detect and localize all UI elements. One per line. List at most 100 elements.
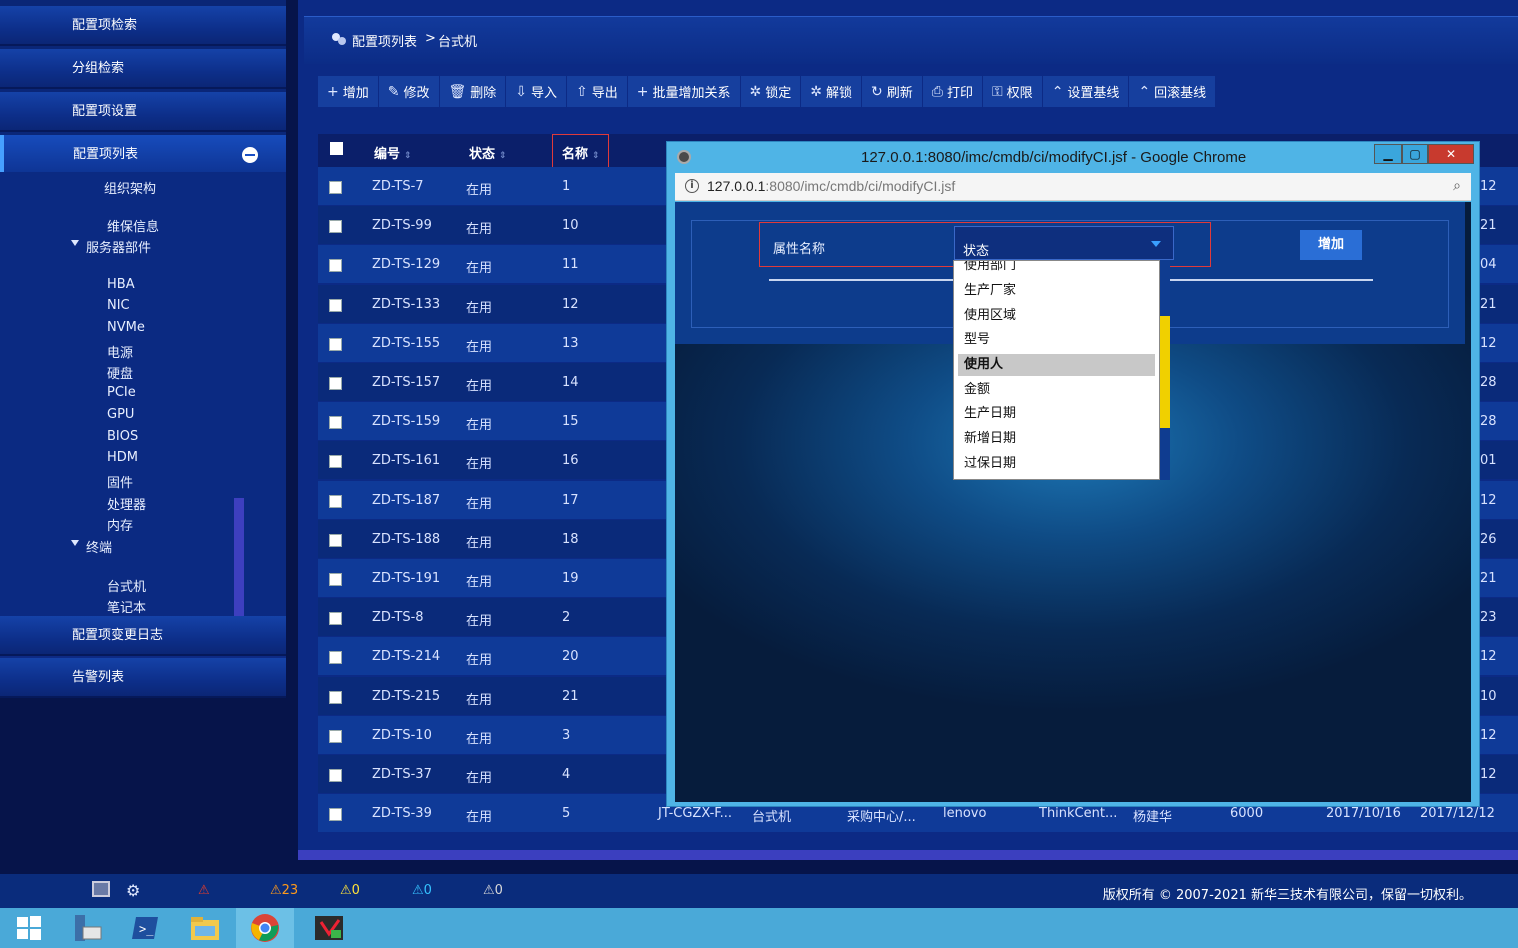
toolbar-button-5[interactable]: + 批量增加关系 [627, 76, 740, 107]
tree-item-bios[interactable]: BIOS [107, 429, 138, 444]
toolbar-button-2[interactable]: 🗑 删除 [439, 76, 506, 107]
tree-item-gpu[interactable]: GPU [107, 407, 134, 422]
toolbar-button-0[interactable]: + 增加 [318, 76, 378, 107]
tree-item-desktop[interactable]: 台式机 [107, 576, 146, 595]
column-header-status[interactable]: 状态 ⇕ [469, 143, 507, 162]
row-checkbox[interactable] [329, 455, 342, 468]
alarm-indicator[interactable]: ⚠0 [340, 883, 360, 898]
dropdown-option[interactable]: 生产日期 [958, 403, 1155, 425]
toolbar-button-7[interactable]: ✲ 解锁 [801, 76, 862, 107]
tree-item-disk[interactable]: 硬盘 [107, 363, 133, 382]
tree-item-nic[interactable]: NIC [107, 298, 130, 313]
dropdown-option[interactable]: 金额 [958, 379, 1155, 401]
expand-arrow-icon[interactable] [71, 540, 79, 546]
dropdown-option[interactable]: 新增日期 [958, 428, 1155, 450]
alarm-indicator[interactable]: ⚠0 [483, 883, 503, 898]
toolbar-button-9[interactable]: ⎙ 打印 [922, 76, 983, 107]
tree-item-memory[interactable]: 内存 [107, 515, 133, 534]
toolbar-button-12[interactable]: ⌃ 回滚基线 [1129, 76, 1216, 107]
tree-scrollbar[interactable] [234, 498, 244, 618]
info-icon[interactable]: i [685, 179, 699, 193]
select-all-checkbox[interactable] [330, 142, 343, 155]
row-checkbox[interactable] [329, 220, 342, 233]
file-explorer-icon[interactable] [176, 908, 234, 948]
tree-item-maint[interactable]: 维保信息 [107, 216, 159, 235]
row-checkbox[interactable] [329, 377, 342, 390]
dropdown-option[interactable]: 使用部门 [958, 261, 1155, 277]
toolbar-button-11[interactable]: ⌃ 设置基线 [1042, 76, 1129, 107]
dropdown-option[interactable]: 过保日期 [958, 453, 1155, 475]
tree-item-firmware[interactable]: 固件 [107, 472, 133, 491]
collapse-icon[interactable] [242, 147, 258, 163]
sidebar-item-alarm-list[interactable]: 告警列表 [0, 658, 286, 698]
sort-icon[interactable]: ⇕ [404, 151, 412, 161]
horizontal-scrollbar[interactable] [298, 850, 1518, 860]
alarm-indicator[interactable]: ⚠23 [270, 883, 298, 898]
server-manager-icon[interactable] [58, 908, 116, 948]
toolbar-button-4[interactable]: ⇧ 导出 [567, 76, 627, 107]
row-checkbox[interactable] [329, 573, 342, 586]
sidebar-item-ci-search[interactable]: 配置项检索 [0, 6, 286, 46]
row-checkbox[interactable] [329, 181, 342, 194]
sidebar-item-change-log[interactable]: 配置项变更日志 [0, 616, 286, 656]
tree-item-power[interactable]: 电源 [107, 342, 133, 361]
add-button[interactable]: 增加 [1300, 230, 1362, 260]
breadcrumb-root[interactable]: 配置项列表 [352, 31, 417, 50]
windows-start-icon[interactable] [0, 908, 58, 948]
dropdown-option[interactable]: 生产厂家 [958, 280, 1155, 302]
minimize-button[interactable]: ▁ [1374, 144, 1402, 164]
sidebar-item-group-search[interactable]: 分组检索 [0, 49, 286, 89]
column-header-code[interactable]: 编号 ⇕ [374, 143, 412, 162]
url-text[interactable]: 127.0.0.1:8080/imc/cmdb/ci/modifyCI.jsf [707, 178, 955, 194]
dropdown-option[interactable]: 型号 [958, 329, 1155, 351]
app-icon[interactable] [300, 908, 358, 948]
cell-status: 在用 [466, 536, 493, 551]
tree-item-laptop[interactable]: 笔记本 [107, 597, 146, 616]
row-checkbox[interactable] [329, 299, 342, 312]
row-checkbox[interactable] [329, 534, 342, 547]
row-checkbox[interactable] [329, 808, 342, 821]
toolbar-button-3[interactable]: ⇩ 导入 [506, 76, 567, 107]
address-bar[interactable]: i 127.0.0.1:8080/imc/cmdb/ci/modifyCI.js… [675, 173, 1471, 201]
sidebar-item-ci-list[interactable]: 配置项列表 [0, 135, 286, 175]
tree-item-hba[interactable]: HBA [107, 277, 135, 292]
tree-item-server-parts[interactable]: 服务器部件 [86, 237, 151, 256]
dropdown-option[interactable]: 使用区域 [958, 305, 1155, 327]
tree-item-terminal[interactable]: 终端 [86, 537, 112, 556]
cell-name: 16 [562, 453, 579, 468]
alarm-indicator[interactable]: ⚠ [198, 883, 210, 898]
expand-arrow-icon[interactable] [71, 240, 79, 246]
chrome-icon[interactable] [236, 908, 294, 948]
sidebar-item-ci-settings[interactable]: 配置项设置 [0, 92, 286, 132]
row-checkbox[interactable] [329, 259, 342, 272]
tree-item-nvme[interactable]: NVMe [107, 320, 145, 335]
row-checkbox[interactable] [329, 612, 342, 625]
popup-titlebar[interactable]: 127.0.0.1:8080/imc/cmdb/ci/modifyCI.jsf … [667, 142, 1479, 172]
row-checkbox[interactable] [329, 651, 342, 664]
tree-item-org[interactable]: 组织架构 [104, 178, 156, 197]
toolbar-button-10[interactable]: ⚿ 权限 [983, 76, 1042, 107]
tree-item-pcie[interactable]: PCIe [107, 385, 136, 400]
sort-icon[interactable]: ⇕ [499, 151, 507, 161]
dropdown-option[interactable]: 使用人 [958, 354, 1155, 376]
row-checkbox[interactable] [329, 338, 342, 351]
toolbar-button-8[interactable]: ↻ 刷新 [862, 76, 922, 107]
powershell-icon[interactable]: >_ [116, 908, 174, 948]
row-checkbox[interactable] [329, 769, 342, 782]
attribute-select[interactable]: 状态 [954, 226, 1174, 260]
toolbar-button-6[interactable]: ✲ 锁定 [740, 76, 801, 107]
window-icon[interactable] [92, 881, 110, 897]
alarm-indicator[interactable]: ⚠0 [412, 883, 432, 898]
row-checkbox[interactable] [329, 416, 342, 429]
settings-icon[interactable]: ⚙ [126, 881, 140, 900]
dropdown-scrollbar-thumb[interactable] [1160, 316, 1170, 428]
maximize-button[interactable]: ▢ [1402, 144, 1428, 164]
zoom-icon[interactable]: ⌕ [1453, 178, 1461, 194]
row-checkbox[interactable] [329, 691, 342, 704]
toolbar-button-1[interactable]: ✎ 修改 [378, 76, 439, 107]
row-checkbox[interactable] [329, 495, 342, 508]
tree-item-cpu[interactable]: 处理器 [107, 494, 146, 513]
row-checkbox[interactable] [329, 730, 342, 743]
tree-item-hdm[interactable]: HDM [107, 450, 138, 465]
close-button[interactable]: ✕ [1428, 144, 1474, 164]
